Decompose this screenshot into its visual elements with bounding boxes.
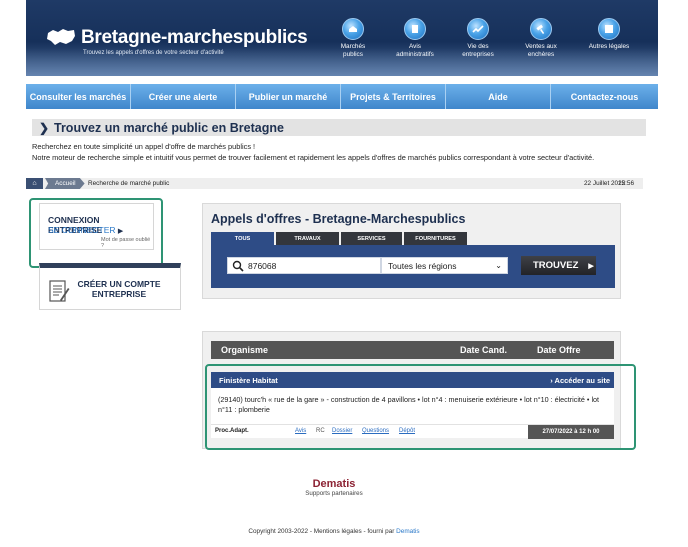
nav-projets-territoires[interactable]: Projets & Territoires bbox=[341, 84, 446, 109]
nav-aide[interactable]: Aide bbox=[446, 84, 551, 109]
search-input[interactable]: 876068 bbox=[227, 257, 381, 274]
avis-administratifs-icon bbox=[404, 18, 426, 40]
tab-fournitures[interactable]: FOURNITURES bbox=[404, 232, 467, 245]
nav-consulter-marches[interactable]: Consulter les marchés bbox=[26, 84, 131, 109]
create-account-box[interactable]: CRÉER UN COMPTE ENTREPRISE bbox=[39, 263, 181, 310]
nav-contactez-nous[interactable]: Contactez-nous bbox=[551, 84, 658, 109]
chevron-right-icon: ❯ bbox=[39, 121, 50, 135]
home-icon[interactable]: ⌂ bbox=[26, 178, 43, 189]
page-title: Trouvez un marché public en Bretagne bbox=[54, 121, 284, 135]
footer-text: Copyright 2003-2022 - Mentions légales -… bbox=[248, 528, 395, 535]
search-panel-box: Appels d'offres - Bretagne-Marchespublic… bbox=[202, 203, 621, 299]
search-bar-panel: 876068 Toutes les régions ⌄ TROUVEZ ▶ bbox=[211, 245, 615, 288]
marches-publics-link[interactable]: Marchés publics bbox=[323, 18, 383, 59]
column-organisme: Organisme bbox=[221, 345, 269, 355]
breadcrumb: ⌂ Accueil Recherche de marché public 22 … bbox=[26, 178, 643, 189]
vie-entreprises-link[interactable]: Vie des entreprises bbox=[448, 18, 508, 59]
footer-link-dematis[interactable]: Dematis bbox=[396, 528, 419, 535]
column-date-offre: Date Offre bbox=[537, 345, 581, 355]
highlight-result bbox=[205, 364, 636, 450]
search-button[interactable]: TROUVEZ ▶ bbox=[521, 256, 596, 275]
page-title-bar: ❯ Trouvez un marché public en Bretagne bbox=[32, 119, 646, 136]
category-tabs: TOUS TRAVAUX SERVICES FOURNITURES bbox=[211, 232, 467, 245]
nav-publier-marche[interactable]: Publier un marché bbox=[236, 84, 341, 109]
tab-tous[interactable]: TOUS bbox=[211, 232, 274, 245]
breadcrumb-current: Recherche de marché public bbox=[88, 180, 170, 187]
region-select[interactable]: Toutes les régions ⌄ bbox=[381, 257, 508, 274]
partner-subtitle: Supports partenaires bbox=[305, 490, 363, 497]
current-time: 15:56 bbox=[618, 180, 634, 187]
highlight-login bbox=[29, 198, 163, 268]
ventes-encheres-icon bbox=[530, 18, 552, 40]
tab-services[interactable]: SERVICES bbox=[341, 232, 402, 245]
vie-entreprises-icon bbox=[467, 18, 489, 40]
column-date-cand: Date Cand. bbox=[460, 345, 508, 355]
footer: Copyright 2003-2022 - Mentions légales -… bbox=[0, 528, 668, 535]
main-nav: Consulter les marchés Créer une alerte P… bbox=[26, 84, 658, 109]
nav-creer-alerte[interactable]: Créer une alerte bbox=[131, 84, 236, 109]
search-title: Appels d'offres - Bretagne-Marchespublic… bbox=[211, 212, 466, 226]
caret-right-icon: ▶ bbox=[588, 262, 594, 270]
marches-publics-icon bbox=[342, 18, 364, 40]
autres-legales-link[interactable]: Autres légales bbox=[579, 18, 639, 51]
tab-travaux[interactable]: TRAVAUX bbox=[276, 232, 339, 245]
create-account-link[interactable]: CRÉER UN COMPTE ENTREPRISE bbox=[76, 279, 162, 299]
avis-administratifs-link[interactable]: Avis administratifs bbox=[385, 18, 445, 59]
autres-legales-icon bbox=[598, 18, 620, 40]
site-header: Bretagne-marchespublics Trouvez les appe… bbox=[26, 0, 658, 76]
chevron-down-icon: ⌄ bbox=[495, 261, 502, 270]
site-logo-title[interactable]: Bretagne-marchespublics bbox=[81, 27, 308, 49]
search-icon bbox=[232, 260, 244, 272]
bretagne-map-icon bbox=[47, 29, 75, 45]
site-logo-subtitle: Trouvez les appels d'offres de votre sec… bbox=[83, 50, 224, 56]
form-pen-icon bbox=[49, 280, 70, 302]
breadcrumb-accueil[interactable]: Accueil bbox=[45, 178, 85, 189]
ventes-encheres-link[interactable]: Ventes aux enchères bbox=[511, 18, 571, 59]
intro-text: Recherchez en toute simplicité un appel … bbox=[32, 142, 595, 162]
results-header: Organisme Date Cand. Date Offre bbox=[211, 341, 614, 359]
partner-logo[interactable]: Dematis bbox=[0, 478, 668, 490]
